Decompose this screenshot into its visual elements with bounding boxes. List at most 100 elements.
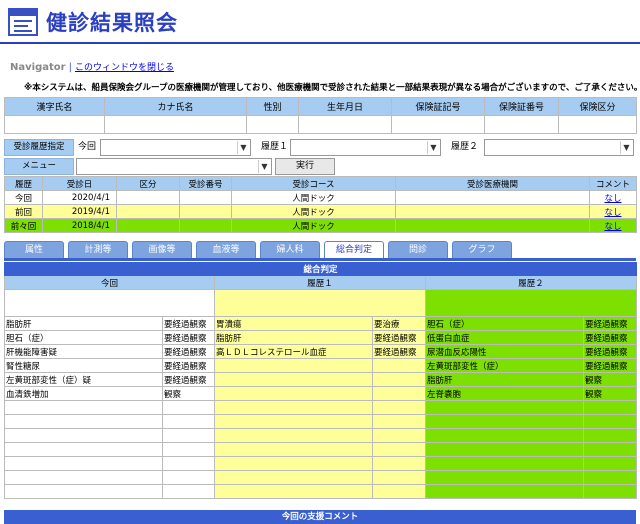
- result-judgement: [582, 414, 638, 429]
- result-judgement: [372, 358, 426, 373]
- result-row: [4, 442, 638, 457]
- result-spacer-row: [4, 289, 638, 317]
- tab-sougou-hantei[interactable]: 総合判定: [324, 241, 384, 258]
- tab-ketsueki[interactable]: 血液等: [196, 241, 256, 258]
- rireki2-select[interactable]: ▼: [484, 139, 634, 156]
- result-condition: [425, 456, 584, 471]
- patient-value-cell: [246, 115, 299, 134]
- history-comment: なし: [589, 218, 637, 233]
- result-judgement: [372, 470, 426, 485]
- result-judgement: 観察: [582, 372, 638, 387]
- comment-link[interactable]: なし: [604, 222, 621, 232]
- history-facility: [395, 204, 590, 219]
- result-table: 総合判定 今回 履歴１ 履歴２ 脂肪肝 要経過観察 胃潰瘍 要治療 胆石（症） 要経過観察…: [3, 262, 638, 499]
- result-judgement: 要経過観察: [162, 316, 215, 331]
- result-condition: [214, 470, 373, 485]
- result-condition: [214, 428, 373, 443]
- result-condition: 脂肪肝: [214, 330, 373, 345]
- history-course: 人間ドック: [231, 218, 396, 233]
- result-spacer-cell: [214, 289, 426, 317]
- tab-gazou[interactable]: 画像等: [132, 241, 192, 258]
- history-label: 今回: [4, 190, 43, 205]
- result-condition: [4, 442, 163, 457]
- tab-monshin[interactable]: 問診: [388, 241, 448, 258]
- result-row: [4, 484, 638, 499]
- result-condition: [425, 400, 584, 415]
- result-condition: [4, 400, 163, 415]
- patient-header-cell: 保険証番号: [484, 97, 559, 116]
- result-condition: 脂肪肝: [4, 316, 163, 331]
- patient-value-cell: [558, 115, 637, 134]
- history-header-cell: 受診番号: [179, 176, 232, 191]
- result-title-row: 総合判定: [3, 262, 638, 276]
- patient-header-cell: 保険区分: [558, 97, 637, 116]
- patient-value-cell: [484, 115, 559, 134]
- result-judgement: [162, 428, 215, 443]
- history-label: 前回: [4, 204, 43, 219]
- navigator-label: Navigator: [10, 62, 66, 73]
- result-column-current: 今回: [4, 275, 215, 290]
- result-condition: [4, 484, 163, 499]
- history-kubun: [116, 204, 180, 219]
- current-select[interactable]: ▼: [100, 139, 251, 156]
- patient-header-cell: 保険証記号: [391, 97, 485, 116]
- result-judgement: 観察: [162, 386, 215, 401]
- execute-button[interactable]: 実行: [275, 158, 335, 175]
- history-date: 2020/4/1: [42, 190, 117, 205]
- comment-link[interactable]: なし: [604, 208, 621, 218]
- result-judgement: [372, 414, 426, 429]
- result-judgement: [582, 456, 638, 471]
- result-judgement: 要経過観察: [582, 330, 638, 345]
- history-number: [179, 190, 232, 205]
- history-row-before-previous: 前々回 2018/4/1 人間ドック なし: [4, 218, 637, 233]
- result-judgement: [372, 386, 426, 401]
- result-row: [4, 470, 638, 485]
- patient-value-cell: [391, 115, 485, 134]
- patient-header-cell: 漢字氏名: [4, 97, 105, 116]
- history-date: 2018/4/1: [42, 218, 117, 233]
- history-number: [179, 204, 232, 219]
- result-judgement: [582, 400, 638, 415]
- comment-link[interactable]: なし: [604, 194, 621, 204]
- history-row-current: 今回 2020/4/1 人間ドック なし: [4, 190, 637, 205]
- result-condition: 腎性糖尿: [4, 358, 163, 373]
- result-judgement: 要経過観察: [162, 330, 215, 345]
- patient-header-cell: カナ氏名: [104, 97, 247, 116]
- history-header-cell: コメント: [589, 176, 637, 191]
- result-condition: [214, 442, 373, 457]
- result-condition: 胆石（症）: [4, 330, 163, 345]
- history-comment: なし: [589, 190, 637, 205]
- tab-keisoku[interactable]: 計測等: [68, 241, 128, 258]
- result-judgement: [372, 428, 426, 443]
- result-condition: 尿潜血反応陽性: [425, 344, 584, 359]
- result-condition: [425, 428, 584, 443]
- patient-value-cell: [104, 115, 247, 134]
- history-select-label: 受診履歴指定: [4, 139, 74, 156]
- tab-fujinka[interactable]: 婦人科: [260, 241, 320, 258]
- result-condition: 肝機能障害疑: [4, 344, 163, 359]
- tab-graph[interactable]: グラフ: [452, 241, 512, 258]
- result-judgement: 要経過観察: [372, 330, 426, 345]
- result-condition: 低蛋白血症: [425, 330, 584, 345]
- patient-header-row: 漢字氏名 カナ氏名 性別 生年月日 保険証記号 保険証番号 保険区分: [4, 97, 637, 116]
- app-window-icon: [8, 8, 38, 36]
- chevron-down-icon: ▼: [237, 141, 249, 154]
- history-number: [179, 218, 232, 233]
- history-course: 人間ドック: [231, 190, 396, 205]
- result-judgement: 要経過観察: [162, 358, 215, 373]
- tab-zokusei[interactable]: 属性: [4, 241, 64, 258]
- result-judgement: 要経過観察: [372, 344, 426, 359]
- result-condition: 左黄斑部変性（症）: [425, 358, 584, 373]
- result-condition: 血清鉄増加: [4, 386, 163, 401]
- result-judgement: 観察: [582, 386, 638, 401]
- result-judgement: [162, 470, 215, 485]
- rireki1-select[interactable]: ▼: [290, 139, 441, 156]
- menu-label: メニュー: [4, 158, 74, 175]
- history-header-cell: 区分: [116, 176, 180, 191]
- result-spacer-cell: [424, 289, 638, 317]
- result-row: 左黄斑部変性（症）疑 要経過観察 脂肪肝 観察: [4, 372, 638, 387]
- close-window-link[interactable]: このウィンドウを閉じる: [75, 63, 174, 73]
- menu-select[interactable]: ▼: [76, 158, 272, 175]
- result-condition: [214, 414, 373, 429]
- history-row-previous: 前回 2019/4/1 人間ドック なし: [4, 204, 637, 219]
